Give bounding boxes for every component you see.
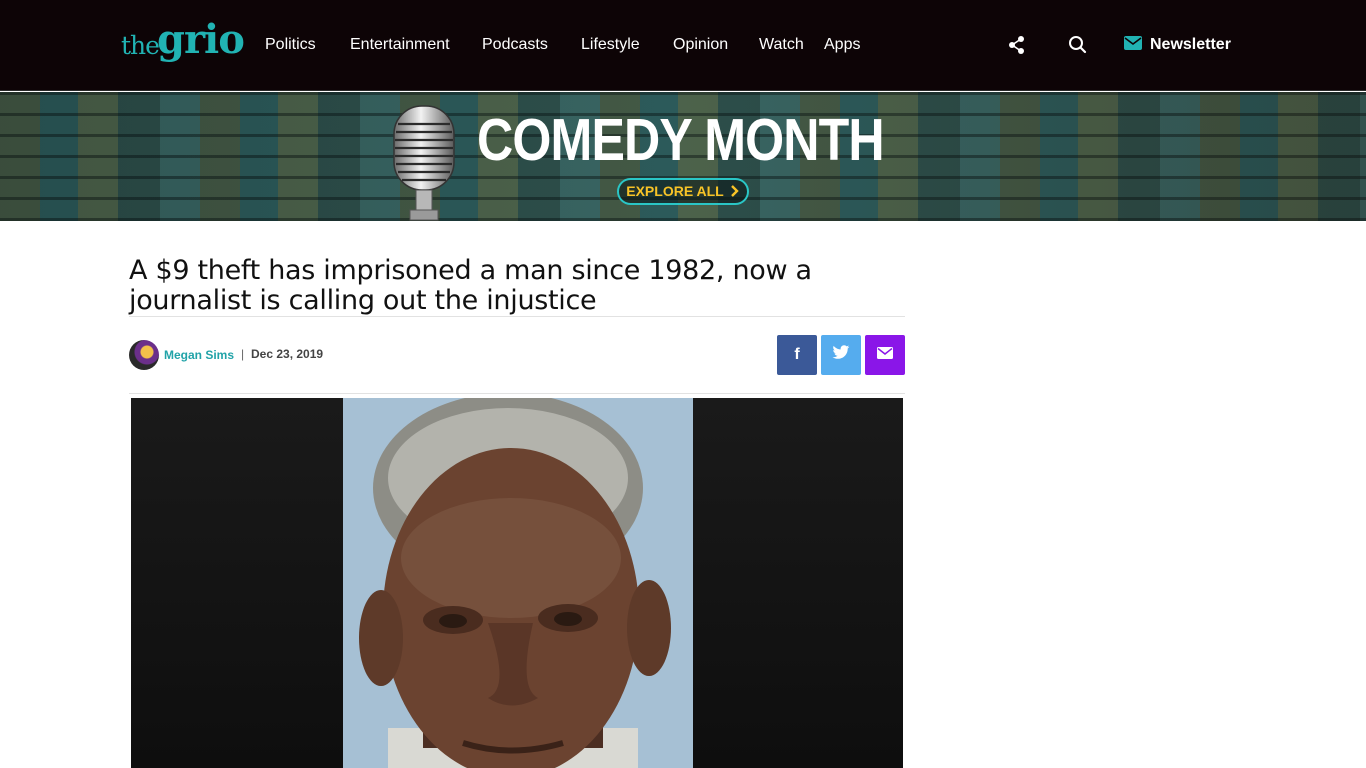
author-avatar[interactable] — [129, 340, 159, 370]
author-link[interactable]: Megan Sims — [164, 348, 234, 362]
byline-separator: | — [241, 347, 245, 361]
search-icon[interactable] — [1067, 34, 1089, 56]
explore-all-label: EXPLORE ALL — [626, 183, 724, 199]
article-photo — [131, 398, 903, 768]
site-logo[interactable]: the grio — [121, 16, 245, 76]
microphone-icon — [388, 102, 460, 221]
nav-opinion[interactable]: Opinion — [673, 36, 728, 54]
photo-background-right — [693, 398, 903, 768]
explore-all-button[interactable]: EXPLORE ALL — [617, 178, 749, 205]
email-icon — [877, 346, 893, 364]
facebook-share-button[interactable]: f — [777, 335, 817, 375]
chevron-right-icon — [730, 180, 740, 203]
publish-date: Dec 23, 2019 — [251, 347, 324, 361]
divider — [129, 393, 905, 394]
divider — [129, 316, 905, 317]
nav-podcasts[interactable]: Podcasts — [482, 36, 548, 54]
photo-background-left — [131, 398, 343, 768]
share-icon[interactable] — [1006, 34, 1028, 56]
mugshot-image — [343, 398, 693, 768]
twitter-share-button[interactable] — [821, 335, 861, 375]
mail-icon — [1124, 36, 1142, 50]
nav-entertainment[interactable]: Entertainment — [350, 36, 450, 54]
facebook-icon: f — [794, 346, 800, 363]
email-share-button[interactable] — [865, 335, 905, 375]
newsletter-button[interactable]: Newsletter — [1124, 36, 1231, 54]
newsletter-label: Newsletter — [1150, 36, 1231, 53]
site-header: the grio Politics Entertainment Podcasts… — [0, 0, 1366, 91]
banner-title: COMEDY MONTH — [477, 107, 885, 173]
comedy-month-banner[interactable]: COMEDY MONTH EXPLORE ALL — [0, 92, 1366, 221]
nav-politics[interactable]: Politics — [265, 36, 316, 54]
logo-grio: grio — [157, 16, 245, 63]
logo-the: the — [121, 31, 160, 60]
nav-apps[interactable]: Apps — [824, 36, 860, 54]
twitter-icon — [832, 345, 850, 365]
nav-lifestyle[interactable]: Lifestyle — [581, 36, 640, 54]
nav-watch[interactable]: Watch — [759, 36, 804, 54]
article-headline: A $9 theft has imprisoned a man since 19… — [129, 255, 812, 316]
